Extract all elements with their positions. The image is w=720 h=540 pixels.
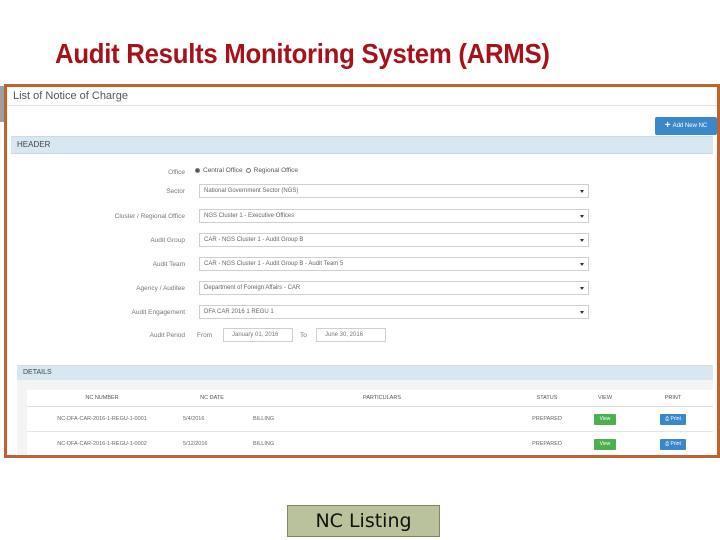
col-view: VIEW	[577, 390, 633, 407]
print-cell: ⎙ Print	[633, 431, 713, 455]
office-label: Office	[168, 169, 185, 176]
caret-icon	[580, 239, 584, 242]
plus-icon: +	[664, 120, 671, 131]
cluster-value: NGS Cluster 1 - Executive Offices	[204, 213, 295, 219]
header-section-bar: HEADER	[11, 136, 713, 154]
period-from-input[interactable]: January 01, 2016	[223, 328, 293, 342]
caret-icon	[580, 190, 584, 193]
engagement-label: Audit Engagement	[131, 309, 185, 316]
caret-icon	[580, 263, 584, 266]
sector-value: National Government Sector (NGS)	[204, 188, 299, 194]
period-from-label: From	[197, 332, 213, 339]
table-row: NC-DFA-CAR-2016-1-REGU-1-0002 5/12/2016 …	[27, 431, 713, 455]
period-from-value: January 01, 2016	[232, 332, 279, 338]
audit-group-label: Audit Group	[150, 237, 185, 244]
audit-team-label: Audit Team	[152, 261, 185, 268]
central-office-radio[interactable]	[195, 168, 200, 173]
nc-listing-caption: NC Listing	[287, 505, 440, 537]
audit-group-row: Audit Group CAR - NGS Cluster 1 - Audit …	[7, 233, 717, 249]
caret-icon	[580, 311, 584, 314]
slide-title: Audit Results Monitoring System (ARMS)	[55, 38, 550, 69]
cluster-select[interactable]: NGS Cluster 1 - Executive Offices	[199, 209, 589, 223]
details-panel: DETAILS NC NUMBER NC DATE PARTICULARS ST…	[17, 365, 713, 455]
details-section-label: DETAILS	[23, 369, 52, 376]
sector-label: Sector	[166, 188, 185, 195]
col-particulars[interactable]: PARTICULARS	[247, 390, 517, 407]
audit-group-value: CAR - NGS Cluster 1 - Audit Group B	[204, 237, 304, 243]
agency-select[interactable]: Department of Foreign Affairs - CAR	[199, 281, 589, 295]
window-title: List of Notice of Charge	[13, 90, 128, 102]
view-cell: View	[577, 431, 633, 455]
print-label: Print	[670, 440, 681, 447]
col-status[interactable]: STATUS	[517, 390, 577, 407]
regional-office-radio[interactable]	[245, 168, 251, 173]
print-cell: ⎙ Print	[633, 406, 713, 432]
sector-row: Sector National Government Sector (NGS)	[7, 184, 717, 200]
cluster-row: Cluster / Regional Office NGS Cluster 1 …	[7, 209, 717, 225]
engagement-value: DFA CAR 2016 1 REGU 1	[204, 309, 274, 315]
audit-period-row: Audit Period From January 01, 2016 To Ju…	[7, 328, 717, 344]
office-radio-group: Central Office Regional Office	[195, 167, 298, 174]
col-nc-number[interactable]: NC NUMBER	[27, 390, 177, 407]
app-screenshot-frame: List of Notice of Charge + Add New NC HE…	[4, 84, 720, 458]
central-office-option[interactable]: Central Office	[203, 167, 243, 174]
audit-team-row: Audit Team CAR - NGS Cluster 1 - Audit G…	[7, 257, 717, 273]
view-cell: View	[577, 406, 633, 432]
col-print: PRINT	[633, 390, 713, 407]
table-row: NC-DFA-CAR-2016-1-REGU-1-0001 5/4/2016 B…	[27, 406, 713, 432]
view-button[interactable]: View	[594, 438, 616, 450]
print-label: Print	[670, 415, 681, 422]
caret-icon	[580, 287, 584, 290]
agency-value: Department of Foreign Affairs - CAR	[204, 285, 301, 291]
sector-select[interactable]: National Government Sector (NGS)	[199, 184, 589, 198]
cluster-label: Cluster / Regional Office	[114, 213, 185, 220]
details-section-bar: DETAILS	[17, 366, 713, 380]
nc-table: NC NUMBER NC DATE PARTICULARS STATUS VIE…	[27, 390, 713, 455]
period-to-input[interactable]: June 30, 2016	[316, 328, 386, 342]
particulars-cell: BILLING	[247, 406, 517, 432]
period-to-value: June 30, 2016	[325, 332, 364, 338]
audit-team-value: CAR - NGS Cluster 1 - Audit Group B - Au…	[204, 261, 344, 267]
table-header-row: NC NUMBER NC DATE PARTICULARS STATUS VIE…	[27, 390, 713, 407]
agency-row: Agency / Auditee Department of Foreign A…	[7, 281, 717, 297]
audit-team-select[interactable]: CAR - NGS Cluster 1 - Audit Group B - Au…	[199, 257, 589, 271]
print-button[interactable]: ⎙ Print	[660, 438, 686, 450]
nc-number-cell: NC-DFA-CAR-2016-1-REGU-1-0001	[27, 406, 177, 432]
col-nc-date[interactable]: NC DATE	[177, 390, 247, 407]
title-divider	[7, 105, 717, 106]
caret-icon	[580, 215, 584, 218]
audit-period-label: Audit Period	[149, 332, 185, 339]
nc-date-cell: 5/4/2016	[177, 406, 247, 432]
agency-label: Agency / Auditee	[136, 285, 185, 292]
audit-group-select[interactable]: CAR - NGS Cluster 1 - Audit Group B	[199, 233, 589, 247]
nc-date-cell: 5/12/2016	[177, 431, 247, 455]
view-button[interactable]: View	[594, 413, 616, 425]
nc-number-cell: NC-DFA-CAR-2016-1-REGU-1-0002	[27, 431, 177, 455]
engagement-row: Audit Engagement DFA CAR 2016 1 REGU 1	[7, 305, 717, 321]
particulars-cell: BILLING	[247, 431, 517, 455]
add-new-nc-label: Add New NC	[672, 123, 708, 129]
period-to-label: To	[300, 332, 307, 339]
status-cell: PREPARED	[517, 406, 577, 432]
print-button[interactable]: ⎙ Print	[660, 413, 686, 425]
header-section-label: HEADER	[17, 140, 51, 149]
regional-office-option[interactable]: Regional Office	[254, 167, 298, 174]
office-row: Office Central Office Regional Office	[7, 165, 717, 181]
add-new-nc-button[interactable]: + Add New NC	[655, 117, 717, 135]
status-cell: PREPARED	[517, 431, 577, 455]
engagement-select[interactable]: DFA CAR 2016 1 REGU 1	[199, 305, 589, 319]
